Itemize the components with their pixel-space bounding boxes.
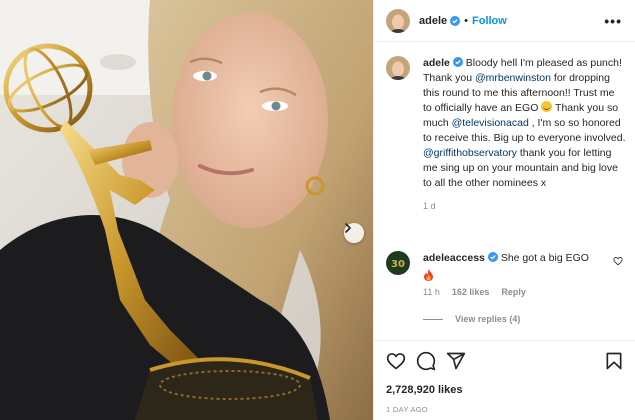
- mention-mrbenwinston[interactable]: @mrbenwinston: [475, 72, 551, 84]
- post-likes-count[interactable]: 2,728,920 likes: [386, 384, 462, 396]
- svg-text:30: 30: [391, 259, 405, 270]
- avatar[interactable]: [386, 8, 410, 33]
- comment-username[interactable]: adeleaccess: [423, 252, 485, 264]
- chevron-right-icon: [345, 223, 351, 233]
- instagram-post-modal: adele • Follow ••• adele Bloody hell I'm…: [0, 0, 635, 420]
- comment-avatar[interactable]: 30: [386, 251, 410, 275]
- verified-badge-icon: [487, 252, 498, 262]
- heart-icon[interactable]: [386, 351, 406, 371]
- mention-televisionacad[interactable]: @televisionacad: [452, 117, 529, 129]
- comment-like-heart-icon[interactable]: [613, 256, 623, 266]
- caption-text: adele Bloody hell I'm pleased as punch! …: [423, 56, 626, 214]
- view-replies-button[interactable]: View replies (4): [423, 314, 520, 324]
- comment-meta: 11 h 162 likes Reply: [423, 287, 526, 297]
- verified-badge-icon: [450, 15, 461, 26]
- post-photo: [0, 0, 373, 420]
- separator-dot: •: [464, 14, 468, 27]
- caption-avatar[interactable]: [386, 56, 410, 80]
- comment: 30 adeleaccess She got a big EGO: [386, 251, 626, 286]
- mention-griffithobservatory[interactable]: @griffithobservatory: [423, 147, 517, 159]
- post-details-panel: adele • Follow ••• adele Bloody hell I'm…: [373, 0, 635, 420]
- replies-divider: [423, 318, 443, 320]
- more-options-button[interactable]: •••: [604, 13, 622, 29]
- comment-text: adeleaccess She got a big EGO: [423, 251, 603, 286]
- paper-plane-icon[interactable]: [446, 351, 466, 371]
- comment-likes[interactable]: 162 likes: [452, 287, 490, 297]
- rolling-laughing-emoji: [541, 101, 553, 112]
- post-caption: adele Bloody hell I'm pleased as punch! …: [386, 56, 626, 214]
- verified-badge-icon: [452, 57, 463, 67]
- caption-username[interactable]: adele: [423, 57, 450, 69]
- bookmark-icon[interactable]: [604, 351, 624, 371]
- post-header: adele • Follow •••: [374, 0, 635, 42]
- post-actions: 2,728,920 likes 1 DAY AGO: [374, 340, 635, 420]
- comment-icon[interactable]: [416, 351, 436, 371]
- fire-emoji: [424, 269, 433, 281]
- view-replies-label: View replies (4): [455, 314, 521, 324]
- next-photo-button[interactable]: [344, 223, 364, 243]
- comment-reply-button[interactable]: Reply: [501, 287, 526, 297]
- comment-timestamp: 11 h: [423, 287, 440, 297]
- post-date: 1 DAY AGO: [386, 405, 429, 414]
- comment-content: She got a big EGO: [500, 252, 589, 264]
- follow-button[interactable]: Follow: [472, 15, 507, 27]
- post-author-username[interactable]: adele: [419, 15, 447, 27]
- photo-illustration: [0, 0, 373, 420]
- caption-timestamp: 1 d: [423, 201, 436, 211]
